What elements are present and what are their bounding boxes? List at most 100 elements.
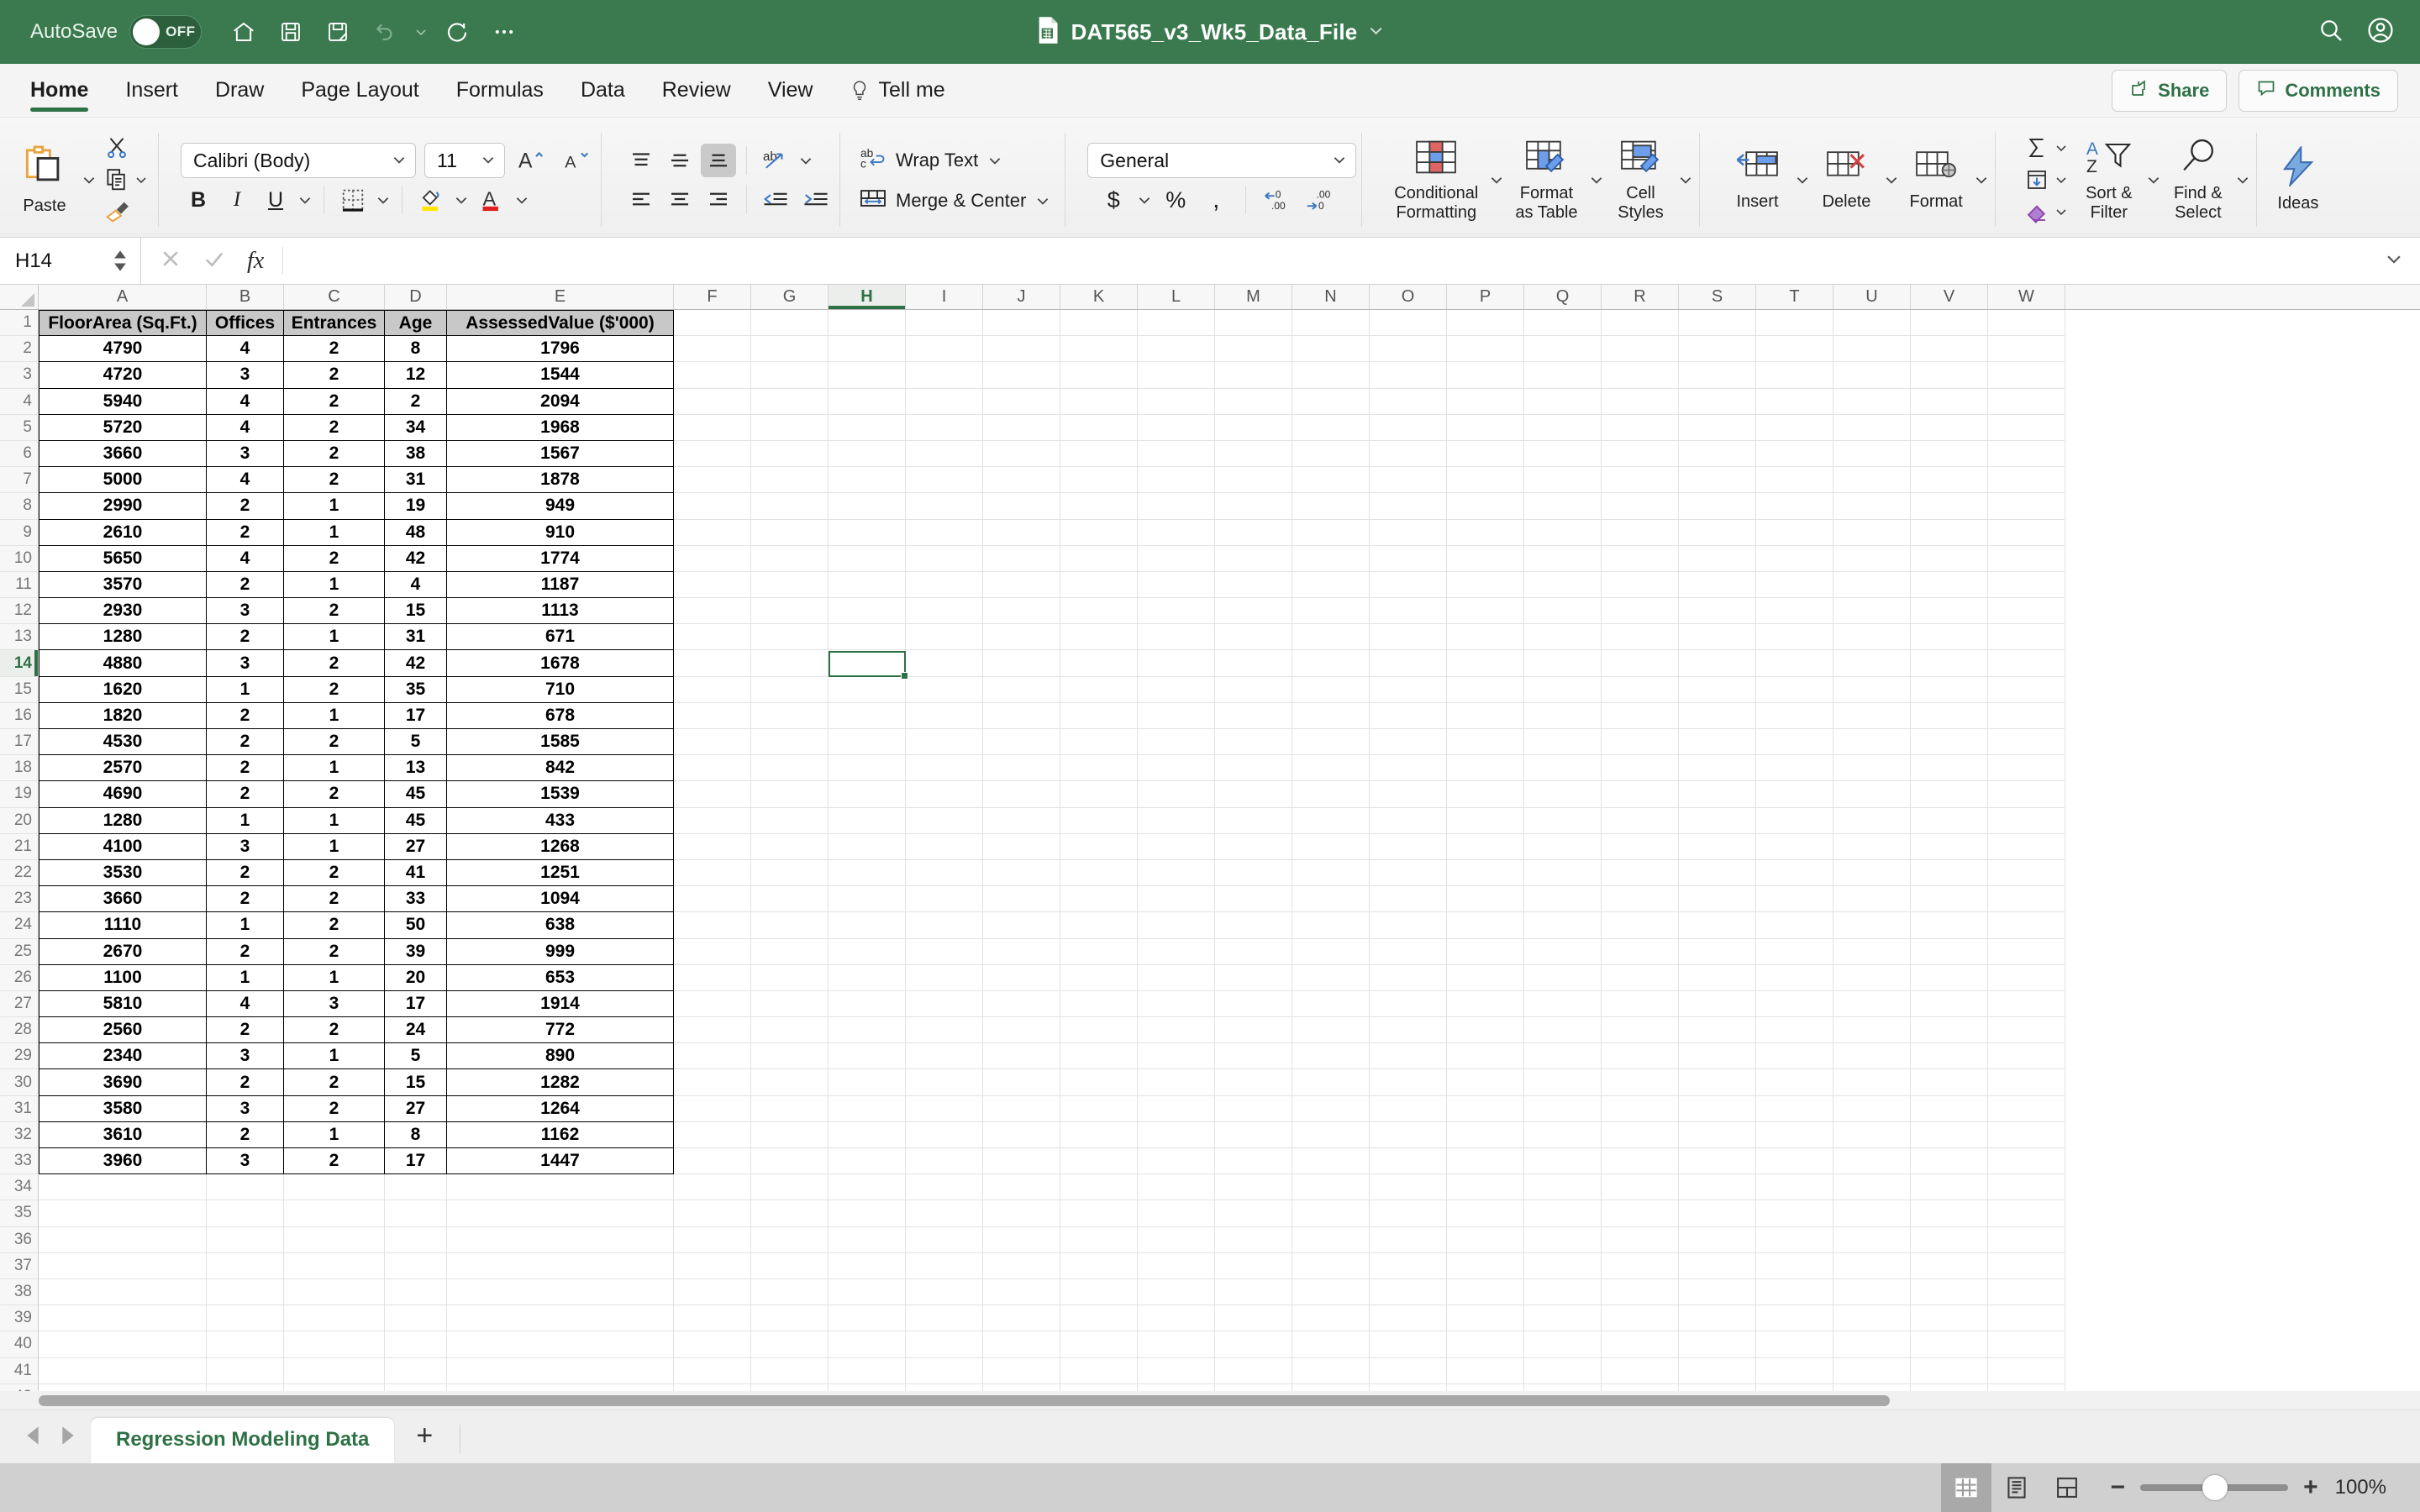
row-header-29[interactable]: 29 [0, 1043, 39, 1070]
cell-M3[interactable] [1215, 362, 1292, 389]
cell-A19[interactable]: 4690 [39, 781, 207, 808]
column-header-a[interactable]: A [39, 285, 207, 309]
cell-N20[interactable] [1292, 807, 1370, 834]
cell-U28[interactable] [1833, 1017, 1911, 1044]
cell-W18[interactable] [1988, 755, 2065, 782]
cell-A9[interactable]: 2610 [39, 519, 207, 546]
cell-R16[interactable] [1602, 702, 1679, 729]
cell-V10[interactable] [1911, 545, 1988, 572]
cell-E41[interactable] [447, 1357, 674, 1384]
cell-O5[interactable] [1370, 414, 1447, 441]
row-header-3[interactable]: 3 [0, 362, 39, 389]
cell-C25[interactable]: 2 [284, 938, 385, 965]
cell-V34[interactable] [1911, 1174, 1988, 1201]
format-as-table-chevron-down-icon[interactable] [1588, 172, 1605, 187]
cell-K20[interactable] [1060, 807, 1138, 834]
cell-B29[interactable]: 3 [207, 1043, 284, 1070]
cell-G19[interactable] [751, 781, 829, 808]
cell-Q22[interactable] [1524, 859, 1602, 887]
cell-F28[interactable] [674, 1017, 751, 1044]
cell-C39[interactable] [284, 1305, 385, 1332]
grid-cells[interactable]: FloorArea (Sq.Ft.) Offices Entrances Age Ass… [39, 310, 2420, 1391]
row-header-30[interactable]: 30 [0, 1069, 39, 1096]
cell-D9[interactable]: 48 [385, 519, 447, 546]
cell-H2[interactable] [829, 336, 906, 363]
cell-K5[interactable] [1060, 414, 1138, 441]
cell-H15[interactable] [829, 676, 906, 703]
cell-F26[interactable] [674, 964, 751, 991]
cell-E31[interactable]: 1264 [447, 1095, 674, 1122]
horizontal-scrollbar[interactable] [0, 1391, 2420, 1410]
cell-N26[interactable] [1292, 964, 1370, 991]
row-header-39[interactable]: 39 [0, 1305, 39, 1332]
cell-Q21[interactable] [1524, 833, 1602, 860]
cell-N18[interactable] [1292, 755, 1370, 782]
cell-P26[interactable] [1447, 964, 1524, 991]
cell-T3[interactable] [1756, 362, 1833, 389]
cell-M42[interactable] [1215, 1383, 1292, 1391]
cell-L18[interactable] [1138, 755, 1215, 782]
cell-P25[interactable] [1447, 938, 1524, 965]
cell-C14[interactable]: 2 [284, 650, 385, 677]
cell-I36[interactable] [906, 1226, 983, 1253]
row-header-18[interactable]: 18 [0, 755, 39, 782]
cell-L27[interactable] [1138, 990, 1215, 1018]
cell-J6[interactable] [983, 440, 1060, 468]
cell-O40[interactable] [1370, 1331, 1447, 1358]
search-icon[interactable] [2317, 17, 2344, 48]
cell-G27[interactable] [751, 990, 829, 1018]
cell-B3[interactable]: 3 [207, 362, 284, 389]
cell-B22[interactable]: 2 [207, 859, 284, 887]
cell-S37[interactable] [1679, 1252, 1756, 1279]
cell-S11[interactable] [1679, 571, 1756, 599]
cell-U19[interactable] [1833, 781, 1911, 808]
column-header-t[interactable]: T [1756, 285, 1833, 309]
cell-Q27[interactable] [1524, 990, 1602, 1018]
cell-N6[interactable] [1292, 440, 1370, 468]
column-header-k[interactable]: K [1060, 285, 1138, 309]
cell-R42[interactable] [1602, 1383, 1679, 1391]
cancel-icon[interactable] [160, 248, 182, 274]
cell-D22[interactable]: 41 [385, 859, 447, 887]
cell-E20[interactable]: 433 [447, 807, 674, 834]
cell-P40[interactable] [1447, 1331, 1524, 1358]
cell-L24[interactable] [1138, 912, 1215, 939]
cell-S2[interactable] [1679, 336, 1756, 363]
number-format-chevron-down-icon[interactable] [1332, 150, 1347, 172]
align-middle-icon[interactable] [662, 144, 697, 177]
tab-review[interactable]: Review [644, 64, 750, 117]
cell-A3[interactable]: 4720 [39, 362, 207, 389]
cell-N12[interactable] [1292, 598, 1370, 625]
cell-K14[interactable] [1060, 650, 1138, 677]
cell-N19[interactable] [1292, 781, 1370, 808]
cell-K22[interactable] [1060, 859, 1138, 887]
cell-L31[interactable] [1138, 1095, 1215, 1122]
cell-W41[interactable] [1988, 1357, 2065, 1384]
cell-J27[interactable] [983, 990, 1060, 1018]
cell-F17[interactable] [674, 729, 751, 756]
cell-F14[interactable] [674, 650, 751, 677]
row-header-17[interactable]: 17 [0, 729, 39, 756]
cell-O14[interactable] [1370, 650, 1447, 677]
cell-H13[interactable] [829, 624, 906, 651]
cell-R2[interactable] [1602, 336, 1679, 363]
cell-U4[interactable] [1833, 388, 1911, 415]
cell-G39[interactable] [751, 1305, 829, 1332]
cell-B20[interactable]: 1 [207, 807, 284, 834]
cell-P27[interactable] [1447, 990, 1524, 1018]
cell-J38[interactable] [983, 1278, 1060, 1306]
cell-O26[interactable] [1370, 964, 1447, 991]
insert-cells-control[interactable]: Insert [1722, 123, 1811, 237]
cell-P20[interactable] [1447, 807, 1524, 834]
cell-G26[interactable] [751, 964, 829, 991]
cell-V7[interactable] [1911, 467, 1988, 494]
cell-F29[interactable] [674, 1043, 751, 1070]
cell-K4[interactable] [1060, 388, 1138, 415]
cell-H22[interactable] [829, 859, 906, 887]
cell-P29[interactable] [1447, 1043, 1524, 1070]
cell-L37[interactable] [1138, 1252, 1215, 1279]
cell-T20[interactable] [1756, 807, 1833, 834]
normal-view-icon[interactable] [1940, 1463, 1991, 1512]
cell-A36[interactable] [39, 1226, 207, 1253]
cell-O31[interactable] [1370, 1095, 1447, 1122]
